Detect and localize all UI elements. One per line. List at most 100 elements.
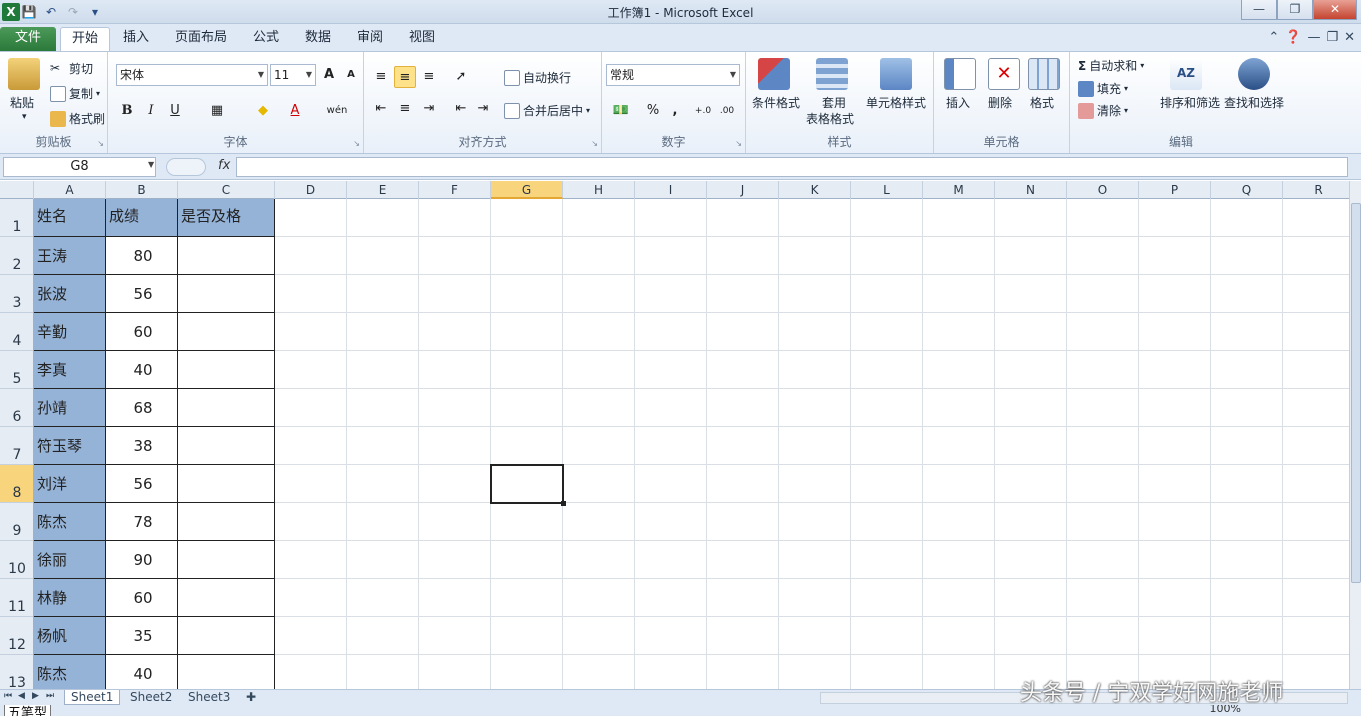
column-header-a[interactable]: A (34, 181, 106, 199)
phonetic-button[interactable]: wén (322, 100, 352, 122)
row-header-3[interactable]: 3 (0, 275, 33, 313)
name-box[interactable]: G8 (3, 157, 156, 177)
last-sheet-icon[interactable]: ⏭ (46, 691, 54, 701)
paste-icon[interactable] (8, 58, 40, 90)
column-header-b[interactable]: B (106, 181, 178, 199)
clear-button[interactable]: 清除 ▾ (1078, 102, 1128, 119)
row-header-5[interactable]: 5 (0, 351, 33, 389)
align-right-icon[interactable]: ⇥ (418, 98, 440, 120)
name-cell[interactable]: 辛勤 (34, 313, 106, 351)
cell-styles-icon[interactable] (880, 58, 912, 90)
row-header-6[interactable]: 6 (0, 389, 33, 427)
pass-status-cell[interactable] (178, 655, 275, 689)
collapse-ribbon-icon[interactable]: ⌃ (1268, 30, 1279, 45)
column-header-c[interactable]: C (178, 181, 275, 199)
table-header-cell[interactable]: 姓名 (34, 199, 106, 237)
tab-page-layout[interactable]: 页面布局 (170, 27, 232, 51)
score-cell[interactable]: 35 (106, 617, 178, 655)
increase-indent-icon[interactable]: ⇥ (472, 98, 494, 120)
tab-view[interactable]: 视图 (402, 27, 442, 51)
name-cell[interactable]: 符玉琴 (34, 427, 106, 465)
percent-button[interactable]: % (642, 100, 664, 122)
binoculars-icon[interactable] (1238, 58, 1270, 90)
sort-filter-button[interactable]: 排序和筛选 (1160, 94, 1220, 111)
score-cell[interactable]: 68 (106, 389, 178, 427)
column-header-q[interactable]: Q (1211, 181, 1283, 199)
maximize-button[interactable]: ❐ (1277, 0, 1313, 20)
next-sheet-icon[interactable]: ▶ (32, 691, 39, 701)
name-cell[interactable]: 王涛 (34, 237, 106, 275)
score-cell[interactable]: 60 (106, 313, 178, 351)
fill-button[interactable]: 填充 ▾ (1078, 80, 1128, 97)
comma-button[interactable]: , (664, 100, 686, 122)
column-header-r[interactable]: R (1283, 181, 1355, 199)
worksheet-grid[interactable]: 姓名 成绩 是否及格 王涛 80 张波 56 辛勤 60 李真 40 孙靖 68 符玉琴 38 刘洋 56 陈杰 7… (34, 199, 1349, 689)
pass-status-cell[interactable] (178, 503, 275, 541)
row-header-2[interactable]: 2 (0, 237, 33, 275)
pass-status-cell[interactable] (178, 313, 275, 351)
column-header-p[interactable]: P (1139, 181, 1211, 199)
paste-button[interactable]: 粘贴 (10, 94, 34, 111)
column-header-d[interactable]: D (275, 181, 347, 199)
table-header-cell[interactable]: 是否及格 (178, 199, 275, 237)
tab-data[interactable]: 数据 (298, 27, 338, 51)
column-header-f[interactable]: F (419, 181, 491, 199)
pass-status-cell[interactable] (178, 237, 275, 275)
name-cell[interactable]: 张波 (34, 275, 106, 313)
pass-status-cell[interactable] (178, 541, 275, 579)
clipboard-launcher-icon[interactable]: ↘ (97, 139, 104, 148)
name-cell[interactable]: 孙靖 (34, 389, 106, 427)
row-header-11[interactable]: 11 (0, 579, 33, 617)
conditional-format-icon[interactable] (758, 58, 790, 90)
name-cell[interactable]: 陈杰 (34, 655, 106, 689)
name-box-dropdown-icon[interactable]: ▼ (148, 160, 154, 169)
ime-indicator[interactable]: 五笔型 (4, 705, 52, 716)
currency-icon[interactable]: 💵 (606, 100, 636, 122)
column-header-j[interactable]: J (707, 181, 779, 199)
pass-status-cell[interactable] (178, 579, 275, 617)
borders-icon[interactable]: ▦ (206, 100, 228, 122)
align-left-icon[interactable]: ⇤ (370, 98, 392, 120)
fill-color-icon[interactable]: ◆ (252, 100, 274, 122)
wrap-text-button[interactable]: 自动换行 (504, 69, 571, 86)
score-cell[interactable]: 40 (106, 351, 178, 389)
close-button[interactable]: ✕ (1313, 0, 1357, 20)
align-top-icon[interactable]: ≡ (370, 66, 392, 88)
row-header-7[interactable]: 7 (0, 427, 33, 465)
pass-status-cell[interactable] (178, 351, 275, 389)
conditional-format-button[interactable]: 条件格式 (752, 94, 800, 111)
score-cell[interactable]: 56 (106, 275, 178, 313)
row-header-1[interactable]: 1 (0, 199, 33, 237)
prev-sheet-icon[interactable]: ◀ (18, 691, 25, 701)
score-cell[interactable]: 38 (106, 427, 178, 465)
column-header-l[interactable]: L (851, 181, 923, 199)
format-as-table-label-2[interactable]: 表格格式 (806, 110, 854, 127)
insert-cells-button[interactable]: 插入 (946, 94, 970, 111)
merge-center-button[interactable]: 合并后居中 ▾ (504, 102, 590, 119)
score-cell[interactable]: 90 (106, 541, 178, 579)
font-name-combo[interactable]: 宋体 ▼ (116, 64, 268, 86)
column-header-h[interactable]: H (563, 181, 635, 199)
pass-status-cell[interactable] (178, 465, 275, 503)
format-painter-button[interactable]: 格式刷 (50, 110, 105, 127)
sheet-tab-sheet3[interactable]: Sheet3 (182, 690, 236, 705)
format-as-table-icon[interactable] (816, 58, 848, 90)
insert-cells-icon[interactable] (944, 58, 976, 90)
sort-filter-icon[interactable]: AZ (1170, 58, 1202, 90)
row-header-4[interactable]: 4 (0, 313, 33, 351)
workbook-minimize-icon[interactable]: — (1307, 30, 1320, 45)
alignment-launcher-icon[interactable]: ↘ (591, 139, 598, 148)
format-cells-button[interactable]: 格式 (1030, 94, 1054, 111)
underline-button[interactable]: U (164, 100, 186, 122)
number-format-combo[interactable]: 常规 ▼ (606, 64, 740, 86)
font-color-button[interactable]: A (284, 100, 306, 122)
tab-file[interactable]: 文件 (0, 27, 56, 51)
vertical-scroll-thumb[interactable] (1351, 203, 1361, 583)
bold-button[interactable]: B (116, 100, 138, 122)
format-cells-icon[interactable] (1028, 58, 1060, 90)
tab-insert[interactable]: 插入 (116, 27, 156, 51)
column-header-e[interactable]: E (347, 181, 419, 199)
workbook-close-icon[interactable]: ✕ (1344, 30, 1355, 45)
paste-dropdown-icon[interactable]: ▾ (22, 112, 27, 122)
pass-status-cell[interactable] (178, 617, 275, 655)
